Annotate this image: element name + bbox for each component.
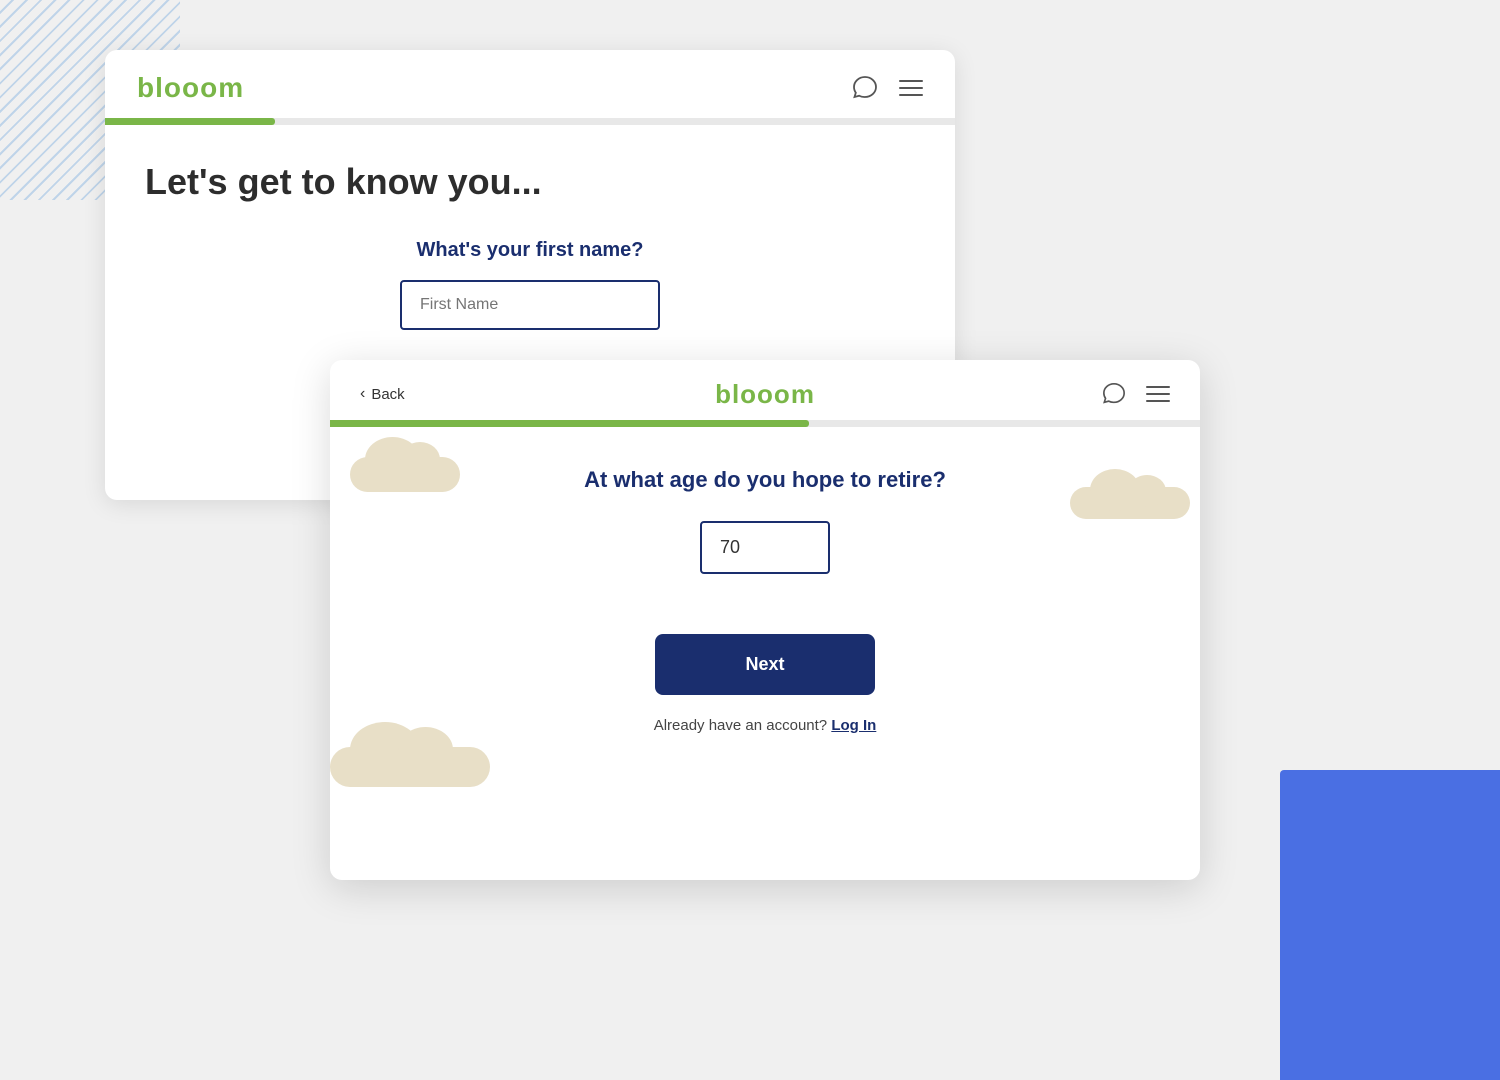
- cloud-top-right: [1070, 487, 1190, 519]
- bg-input-wrapper: [145, 280, 915, 330]
- fg-progress-fill: [330, 420, 809, 427]
- bg-card-content: Let's get to know you... What's your fir…: [105, 125, 955, 366]
- login-link[interactable]: Log In: [831, 717, 876, 734]
- chat-bubble-icon[interactable]: [851, 74, 879, 102]
- cloud-top-left: [350, 457, 460, 492]
- bg-progress-fill: [105, 118, 275, 125]
- retire-age-question: At what age do you hope to retire?: [584, 467, 946, 493]
- bg-logo: blooom: [137, 72, 244, 104]
- back-chevron-icon: ‹: [360, 385, 365, 403]
- foreground-card: ‹ Back blooom At what age do you hope to…: [330, 360, 1200, 880]
- cloud-bottom-left: [330, 747, 490, 787]
- fg-header-icons: [1100, 380, 1170, 408]
- blue-rect-decoration: [1280, 770, 1500, 1080]
- hamburger-menu-icon[interactable]: [1146, 386, 1170, 402]
- chat-bubble-icon[interactable]: [1100, 380, 1128, 408]
- account-text-label: Already have an account?: [654, 717, 827, 734]
- fg-logo: blooom: [715, 379, 815, 410]
- first-name-input[interactable]: [400, 280, 660, 330]
- next-button[interactable]: Next: [655, 634, 875, 695]
- fg-progress-bar: [330, 420, 1200, 427]
- bg-header-icons: [851, 74, 923, 102]
- account-prompt: Already have an account? Log In: [654, 717, 877, 734]
- retire-age-input[interactable]: [700, 521, 830, 574]
- bg-question-label: What's your first name?: [145, 239, 915, 262]
- bg-progress-bar: [105, 118, 955, 125]
- fg-card-header: ‹ Back blooom: [330, 360, 1200, 408]
- back-label: Back: [371, 386, 404, 403]
- hamburger-menu-icon[interactable]: [899, 80, 923, 96]
- back-button[interactable]: ‹ Back: [360, 385, 405, 403]
- bg-page-title: Let's get to know you...: [145, 161, 915, 203]
- bg-card-header: blooom: [105, 50, 955, 104]
- fg-card-body: At what age do you hope to retire? Next …: [330, 427, 1200, 867]
